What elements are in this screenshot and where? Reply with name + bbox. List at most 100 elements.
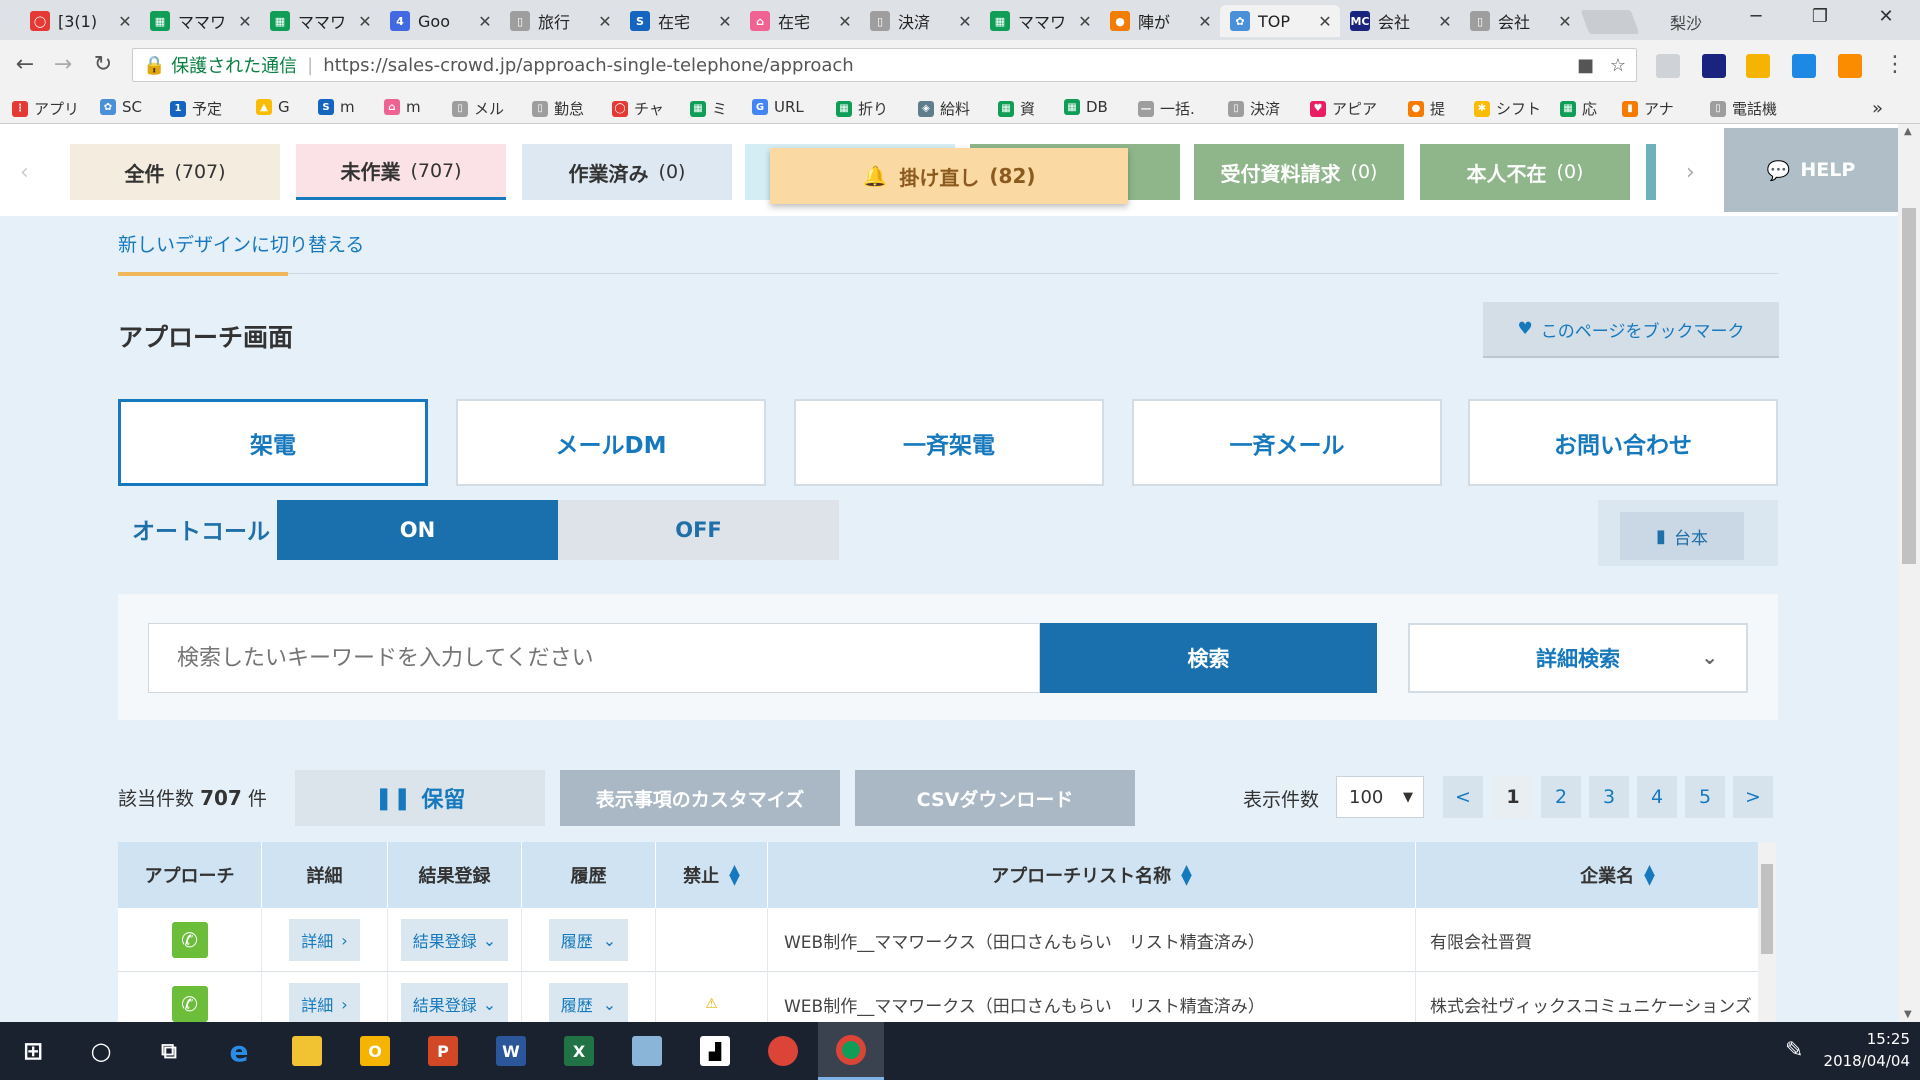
scroll-up-icon[interactable]: ▲: [1904, 126, 1912, 137]
close-tab-icon[interactable]: ✕: [1316, 12, 1334, 31]
browser-tab[interactable]: ▦ ママワ ✕: [260, 5, 380, 37]
status-tab[interactable]: 作業済み (0): [522, 144, 732, 200]
close-tab-icon[interactable]: ✕: [476, 12, 494, 31]
bookmark-item[interactable]: ⋮ アプリ: [12, 98, 79, 119]
back-icon[interactable]: ←: [10, 52, 40, 77]
bookmark-item[interactable]: 一一括.: [1138, 98, 1195, 119]
status-tab[interactable]: 未作業 (707): [296, 144, 506, 200]
browser-tab[interactable]: 4 Goo ✕: [380, 5, 500, 37]
bookmark-item[interactable]: ▲ G: [256, 98, 290, 116]
browser-tab[interactable]: ▦ ママワ ✕: [980, 5, 1100, 37]
close-tab-icon[interactable]: ✕: [956, 12, 974, 31]
extension-icon[interactable]: [1656, 54, 1680, 78]
bookmark-item[interactable]: 1 予定: [170, 98, 222, 119]
page-link[interactable]: 3: [1589, 776, 1629, 818]
close-tab-icon[interactable]: ✕: [236, 12, 254, 31]
search-taskbar-button[interactable]: ○: [68, 1022, 134, 1080]
mode-button[interactable]: 一斉架電: [794, 399, 1104, 486]
result-register-button[interactable]: 結果登録 ⌄: [400, 983, 509, 1022]
more-bookmarks-icon[interactable]: »: [1872, 98, 1883, 119]
bookmark-item[interactable]: ✿ SC: [100, 98, 142, 116]
new-tab-button[interactable]: [1580, 10, 1640, 34]
bookmark-item[interactable]: ▯ メル: [452, 98, 504, 119]
bookmark-item[interactable]: G URL: [752, 98, 804, 116]
status-tab[interactable]: 全件 (707): [70, 144, 280, 200]
search-button[interactable]: 検索: [1040, 623, 1377, 693]
scroll-down-icon[interactable]: ▼: [1904, 1009, 1912, 1020]
close-tab-icon[interactable]: ✕: [1196, 12, 1214, 31]
browser-tab[interactable]: MC 会社 ✕: [1340, 5, 1460, 37]
browser-tab[interactable]: ◯ [3(1) ✕: [20, 5, 140, 37]
table-scrollbar[interactable]: [1758, 842, 1776, 1022]
bookmark-item[interactable]: ▮ アナ: [1622, 98, 1674, 119]
page-link[interactable]: <: [1443, 776, 1483, 818]
browser-tab[interactable]: S 在宅 ✕: [620, 5, 740, 37]
page-link[interactable]: 1: [1493, 776, 1533, 818]
close-tab-icon[interactable]: ✕: [116, 12, 134, 31]
bookmark-item[interactable]: ▦ 資: [998, 98, 1035, 119]
script-button[interactable]: ▮ 台本: [1620, 512, 1744, 560]
table-scroll-thumb[interactable]: [1761, 864, 1773, 954]
bookmark-item[interactable]: ▦ DB: [1064, 98, 1108, 116]
per-page-select[interactable]: 100 ▼: [1336, 776, 1424, 818]
forward-icon[interactable]: →: [48, 52, 78, 77]
mode-button[interactable]: 架電: [118, 399, 428, 486]
page-scrollbar[interactable]: ▲ ▼: [1898, 124, 1920, 1022]
outlook-app[interactable]: O: [342, 1022, 408, 1080]
mode-button[interactable]: メールDM: [456, 399, 766, 486]
restore-icon[interactable]: ❐: [1800, 6, 1840, 27]
bookmark-item[interactable]: ● 提: [1408, 98, 1445, 119]
column-header[interactable]: アプローチリスト名称 ▲ ▼: [768, 842, 1416, 908]
hold-button[interactable]: ❚❚ 保留: [295, 770, 545, 826]
extension-icon[interactable]: [1702, 54, 1726, 78]
powerpoint-app[interactable]: P: [410, 1022, 476, 1080]
browser-tab[interactable]: ▯ 会社 ✕: [1460, 5, 1580, 37]
clock[interactable]: 15:25 2018/04/04: [1824, 1028, 1910, 1072]
page-link[interactable]: 4: [1637, 776, 1677, 818]
minimize-icon[interactable]: ─: [1736, 6, 1776, 27]
pen-icon[interactable]: ✎: [1785, 1038, 1803, 1063]
bookmark-item[interactable]: ▦ 応: [1560, 98, 1597, 119]
phone-icon[interactable]: ✆: [171, 986, 208, 1022]
chrome-people-app[interactable]: [750, 1022, 816, 1080]
close-tab-icon[interactable]: ✕: [356, 12, 374, 31]
extension-icon[interactable]: [1838, 54, 1862, 78]
explorer-app[interactable]: [274, 1022, 340, 1080]
advanced-search-button[interactable]: 詳細検索 ⌄: [1408, 623, 1748, 693]
close-tab-icon[interactable]: ✕: [1556, 12, 1574, 31]
search-input[interactable]: [148, 623, 1040, 693]
phone-icon[interactable]: ✆: [171, 922, 208, 958]
status-tab[interactable]: 受付資料請求 (0): [1194, 144, 1404, 200]
page-link[interactable]: 2: [1541, 776, 1581, 818]
bookmark-item[interactable]: ▦ ミ: [690, 98, 727, 119]
callback-notice[interactable]: 🔔 掛け直し (82): [770, 148, 1128, 204]
csv-download-button[interactable]: CSVダウンロード: [855, 770, 1135, 826]
autocall-on-toggle[interactable]: ON: [277, 500, 558, 560]
sort-icon[interactable]: ▲ ▼: [729, 863, 740, 887]
bookmark-item[interactable]: ▯ 決済: [1228, 98, 1280, 119]
close-tab-icon[interactable]: ✕: [836, 12, 854, 31]
excel-app[interactable]: X: [546, 1022, 612, 1080]
bookmark-item[interactable]: ♥ アピア: [1310, 98, 1377, 119]
close-window-icon[interactable]: ✕: [1866, 6, 1906, 27]
profile-name[interactable]: 梨沙: [1670, 10, 1702, 34]
menu-icon[interactable]: ⋮: [1880, 52, 1910, 77]
extension-new-icon[interactable]: [1792, 54, 1816, 78]
autocall-off-toggle[interactable]: OFF: [558, 500, 839, 560]
chrome-app[interactable]: [818, 1022, 884, 1080]
bookmark-item[interactable]: ▯ 電話機: [1710, 98, 1777, 119]
help-button[interactable]: 💬 HELP: [1724, 128, 1898, 212]
bookmark-item[interactable]: ◈ 給料: [918, 98, 970, 119]
extension-icon[interactable]: [1746, 54, 1770, 78]
reload-icon[interactable]: ↻: [88, 52, 118, 77]
bookmark-item[interactable]: Sm: [318, 98, 355, 116]
browser-tab[interactable]: ● 陣が ✕: [1100, 5, 1220, 37]
start-button[interactable]: ⊞: [0, 1022, 66, 1080]
customize-columns-button[interactable]: 表示事項のカスタマイズ: [560, 770, 840, 826]
camera-icon[interactable]: ■: [1577, 55, 1594, 76]
star-icon[interactable]: ☆: [1610, 55, 1626, 76]
close-tab-icon[interactable]: ✕: [716, 12, 734, 31]
browser-tab[interactable]: ✿ TOP ✕: [1220, 5, 1340, 37]
history-button[interactable]: 履歴 ⌄: [548, 919, 629, 961]
result-register-button[interactable]: 結果登録 ⌄: [400, 919, 509, 961]
